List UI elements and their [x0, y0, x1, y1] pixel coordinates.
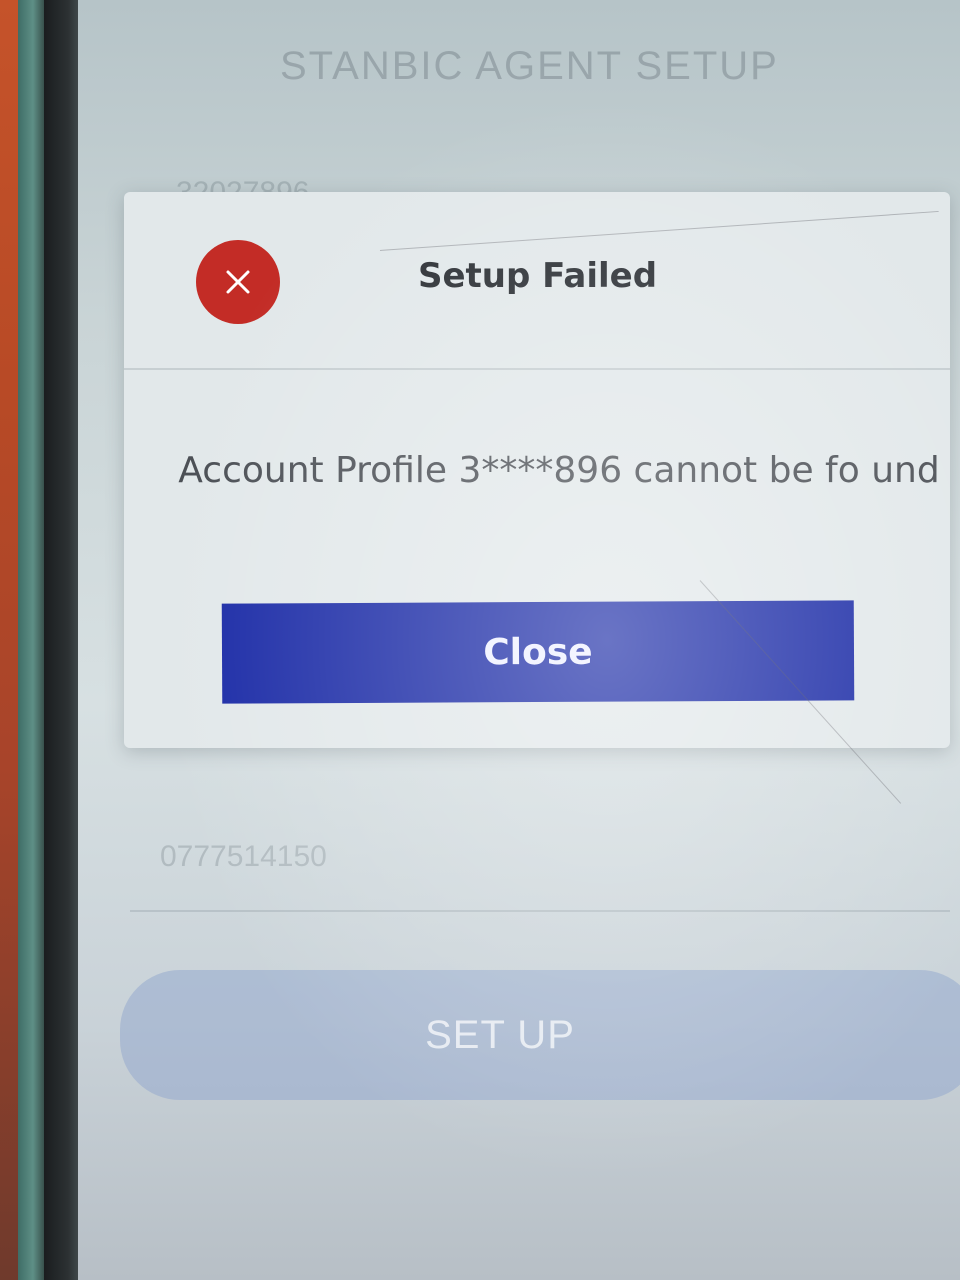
setup-button-label: SET UP: [425, 1012, 575, 1057]
close-button[interactable]: Close: [221, 600, 855, 704]
dialog-title: Setup Failed: [418, 256, 658, 296]
error-icon: [196, 240, 280, 324]
field-divider: [130, 910, 950, 912]
setup-failed-dialog: Setup Failed Account Profile 3****896 ca…: [124, 192, 950, 748]
setup-button[interactable]: SET UP: [120, 970, 960, 1100]
dialog-message: Account Profile 3****896 cannot be fo un…: [178, 450, 940, 491]
screen-title: STANBIC AGENT SETUP: [280, 44, 779, 88]
phone-number-field[interactable]: 0777514150: [160, 840, 327, 874]
close-icon: [226, 270, 250, 294]
